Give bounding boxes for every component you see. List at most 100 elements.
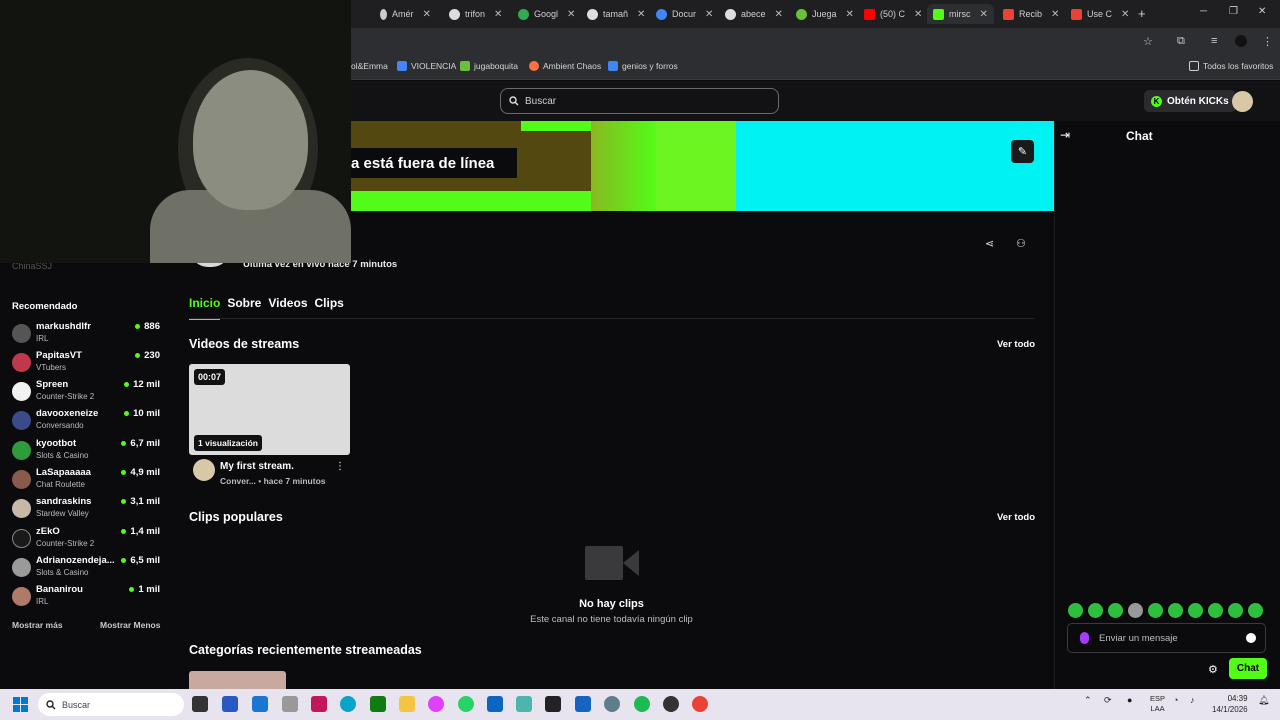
notifications-icon[interactable]: 🔔︎ [1258,695,1269,706]
outlook-icon[interactable] [252,696,268,712]
profile-icon[interactable] [1235,35,1247,47]
emote-icon[interactable] [1128,603,1143,618]
app-icon[interactable] [487,696,503,712]
whatsapp-icon[interactable] [458,696,474,712]
browser-tab[interactable]: Recib ✕ [1003,4,1059,24]
bookmark-item[interactable]: genios y forros [608,61,678,71]
media-controls-icon[interactable]: ≡ [1211,35,1217,47]
see-all-streams-link[interactable]: Ver todo [997,339,1035,350]
recommended-channel[interactable]: markushdlfr IRL 886 [12,321,160,347]
browser-tab[interactable]: Amér ✕ [380,4,431,24]
share-icon[interactable]: ⋖ [985,237,994,250]
close-tab-icon[interactable]: ✕ [1121,9,1129,20]
tab-clips[interactable]: Clips [315,296,344,320]
browser-tab[interactable]: abece ✕ [725,4,783,24]
browser-tab[interactable]: trifon ✕ [449,4,502,24]
volume-icon[interactable]: ♪ [1190,695,1195,705]
close-tab-icon[interactable]: ✕ [980,9,988,20]
task-view-icon[interactable] [192,696,208,712]
chat-send-button[interactable]: Chat [1229,658,1267,679]
app-icon[interactable] [311,696,327,712]
get-kicks-button[interactable]: K Obtén KICKs [1144,90,1236,112]
browser-tab[interactable]: Googl ✕ [518,4,575,24]
wifi-icon[interactable]: ◔ [1173,695,1178,705]
recommended-channel[interactable]: Adrianozendeja... Slots & Casino 6,5 mil [12,555,160,581]
tray-sync-icon[interactable]: ⟳ [1104,695,1112,706]
recommended-channel[interactable]: kyootbot Slots & Casino 6,7 mil [12,438,160,464]
show-more-link[interactable]: Mostrar más [12,620,63,630]
browser-tab-active[interactable]: mirsc ✕ [927,4,994,24]
tab-inicio[interactable]: Inicio [189,296,221,320]
taskbar-search[interactable]: Buscar [38,693,184,716]
emote-icon[interactable] [1208,603,1223,618]
tray-mic-icon[interactable]: ● [1127,695,1132,705]
minimize-icon[interactable]: ─ [1200,6,1207,17]
close-tab-icon[interactable]: ✕ [846,9,854,20]
close-tab-icon[interactable]: ✕ [637,9,645,20]
menu-kebab-icon[interactable]: ⋮ [1262,35,1273,48]
edit-banner-button[interactable]: ✎ [1011,140,1034,163]
tab-sobre[interactable]: Sobre [227,296,261,320]
recommended-channel[interactable]: PapitasVT VTubers 230 [12,350,160,376]
copilot-icon[interactable] [428,696,444,712]
bookmark-item[interactable]: Ambient Chaos [529,61,601,71]
chrome-icon[interactable] [692,696,708,712]
show-less-link[interactable]: Mostrar Menos [100,620,160,630]
recommended-channel[interactable]: sandraskins Stardew Valley 3,1 mil [12,496,160,522]
tab-videos[interactable]: Videos [268,296,307,320]
see-all-clips-link[interactable]: Ver todo [997,512,1035,523]
browser-tab[interactable]: tamañ ✕ [587,4,645,24]
edge-icon[interactable] [340,696,356,712]
browser-tab[interactable]: Use C ✕ [1071,4,1129,24]
video-channel-avatar[interactable] [193,459,215,481]
follow-user-icon[interactable]: ⚇ [1016,237,1026,250]
bookmark-item[interactable]: VIOLENCIA [397,61,456,71]
file-explorer-icon[interactable] [399,696,415,712]
close-tab-icon[interactable]: ✕ [705,9,713,20]
bookmark-item[interactable]: ol&Emma [351,61,388,71]
recommended-channel[interactable]: Bananirou IRL 1 mil [12,584,160,610]
mouse-app-icon[interactable] [282,696,298,712]
bookmark-star-icon[interactable]: ☆ [1143,35,1153,48]
emote-icon[interactable] [1108,603,1123,618]
emote-icon[interactable] [1188,603,1203,618]
emote-icon[interactable] [1068,603,1083,618]
chat-message-input[interactable]: Enviar un mensaje [1067,623,1266,653]
browser-tab[interactable]: Juega ✕ [796,4,854,24]
collapse-chat-icon[interactable]: ⇥ [1060,128,1070,142]
extensions-icon[interactable]: ⧉ [1177,35,1185,48]
chat-settings-icon[interactable]: ⚙ [1208,663,1218,676]
video-title[interactable]: My first stream. [220,461,294,472]
new-tab-icon[interactable]: + [1138,6,1146,21]
recommended-channel[interactable]: zEkO Counter-Strike 2 1,4 mil [12,526,160,552]
emote-icon[interactable] [1168,603,1183,618]
obs-icon[interactable] [663,696,679,712]
tray-chevron-icon[interactable]: ⌃ [1084,695,1092,706]
language-indicator[interactable]: ESP LAA [1150,694,1165,714]
app-icon[interactable] [575,696,591,712]
emote-icon[interactable] [1228,603,1243,618]
emote-icon[interactable] [1248,603,1263,618]
close-tab-icon[interactable]: ✕ [423,9,431,20]
close-tab-icon[interactable]: ✕ [567,9,575,20]
browser-tab[interactable]: (50) C ✕ [864,4,922,24]
xbox-icon[interactable] [370,696,386,712]
recommended-channel[interactable]: Spreen Counter-Strike 2 12 mil [12,379,160,405]
maximize-icon[interactable]: ❐ [1229,6,1238,17]
close-tab-icon[interactable]: ✕ [1051,9,1059,20]
settings-icon[interactable] [604,696,620,712]
emoji-icon[interactable] [1246,633,1256,643]
close-tab-icon[interactable]: ✕ [775,9,783,20]
app-icon[interactable] [516,696,532,712]
close-tab-icon[interactable]: ✕ [494,9,502,20]
bookmark-item[interactable]: jugaboquita [460,61,518,71]
close-tab-icon[interactable]: ✕ [914,9,922,20]
epic-games-icon[interactable] [545,696,561,712]
windows-start-icon[interactable] [13,697,28,712]
store-icon[interactable] [222,696,238,712]
close-window-icon[interactable]: ✕ [1258,6,1266,17]
search-input[interactable]: Buscar [500,88,779,114]
browser-tab[interactable]: Docur ✕ [656,4,713,24]
user-avatar[interactable] [1232,91,1253,112]
emote-icon[interactable] [1088,603,1103,618]
